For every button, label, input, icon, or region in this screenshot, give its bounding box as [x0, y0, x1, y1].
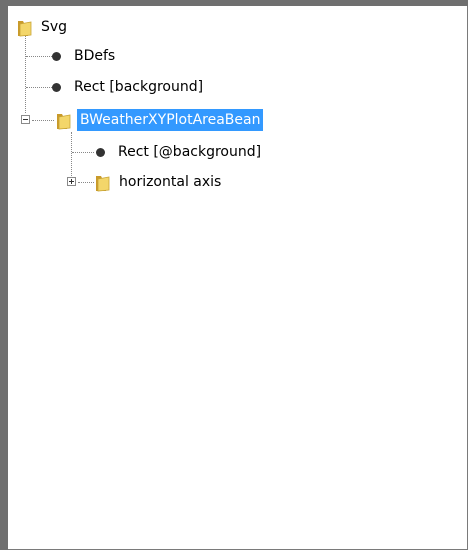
tree-node-bdefs[interactable]: BDefs	[50, 43, 118, 69]
tree-node-label: BDefs	[74, 48, 116, 64]
tree-connector	[26, 87, 52, 88]
node-dot-icon	[52, 82, 61, 92]
tree-node-label: Rect [background]	[74, 79, 204, 95]
tree-connector	[71, 132, 72, 182]
window-frame-left	[0, 0, 8, 550]
tree-node-rect-background[interactable]: Rect [background]	[50, 74, 206, 100]
tree-node-label: Svg	[41, 19, 68, 35]
tree-node-bweatherxyplotareabean[interactable]: BWeatherXYPlotAreaBean	[55, 107, 264, 133]
tree-node-label: Rect [@background]	[118, 144, 262, 160]
svg-tree-panel[interactable]: Svg BDefs Rect [background] BWeatherXYPl…	[8, 6, 468, 550]
node-dot-icon	[52, 51, 61, 61]
node-dot-icon	[96, 147, 105, 157]
collapse-toggle[interactable]	[21, 115, 30, 124]
tree-node-label: BWeatherXYPlotAreaBean	[77, 109, 264, 131]
tree-connector	[78, 182, 94, 183]
tree-connector	[25, 36, 26, 113]
tree-node-label: horizontal axis	[119, 174, 222, 190]
tree-connector	[72, 152, 94, 153]
folder-icon	[57, 114, 71, 130]
expand-toggle[interactable]	[67, 177, 76, 186]
tree-connector	[32, 120, 54, 121]
tree-node-horizontal-axis[interactable]: horizontal axis	[94, 169, 224, 195]
folder-icon	[96, 176, 110, 192]
tree-node-svg[interactable]: Svg	[16, 14, 70, 40]
tree-connector	[26, 56, 52, 57]
tree-node-rect-at-background[interactable]: Rect [@background]	[94, 139, 264, 165]
folder-icon	[18, 21, 32, 37]
